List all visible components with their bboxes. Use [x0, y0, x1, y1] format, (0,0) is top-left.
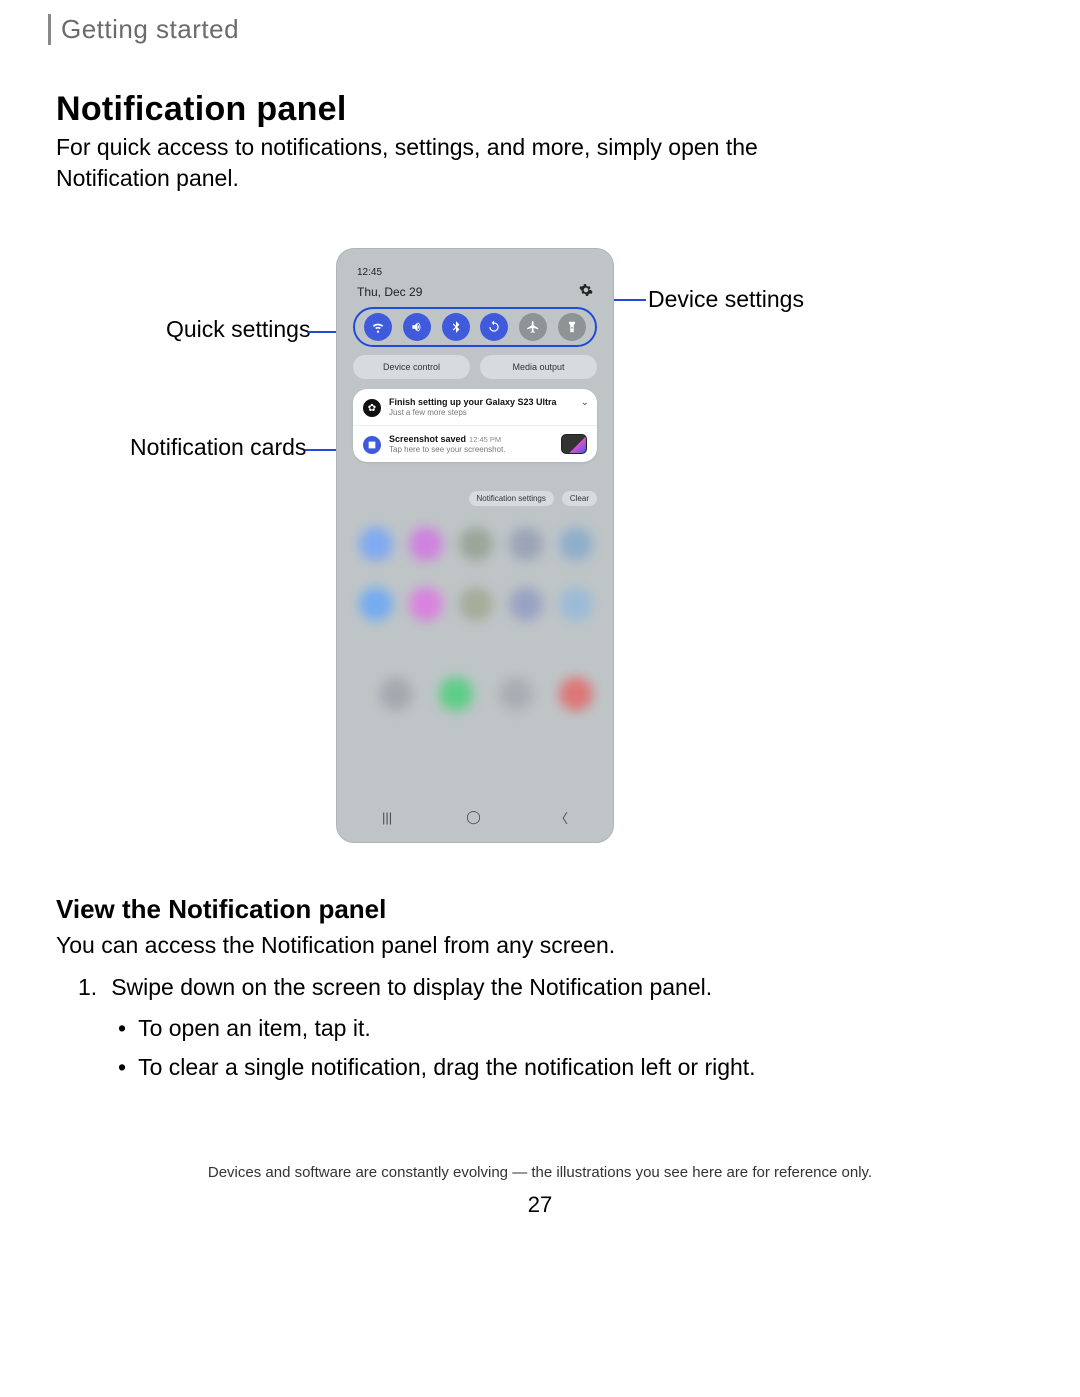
page-number: 27	[0, 1192, 1080, 1218]
card-time: 12:45 PM	[469, 435, 501, 444]
notification-settings-button[interactable]: Notification settings	[469, 491, 554, 506]
volume-icon[interactable]	[403, 313, 431, 341]
card-title: Screenshot saved12:45 PM	[389, 434, 553, 444]
notification-cards-stack: ✿ Finish setting up your Galaxy S23 Ultr…	[353, 389, 597, 462]
status-time: 12:45	[357, 267, 382, 278]
section-body: You can access the Notification panel fr…	[56, 932, 615, 959]
media-output-chip[interactable]: Media output	[480, 355, 597, 379]
status-date: Thu, Dec 29	[357, 285, 422, 299]
bluetooth-icon[interactable]	[442, 313, 470, 341]
system-navbar: ||| ◯ 〈	[345, 800, 605, 834]
notification-card[interactable]: Screenshot saved12:45 PM Tap here to see…	[353, 426, 597, 462]
breadcrumb: Getting started	[48, 14, 239, 45]
blurred-home-background	[345, 517, 605, 800]
sub-bullet: To clear a single notification, drag the…	[118, 1054, 756, 1081]
rotate-icon[interactable]	[480, 313, 508, 341]
flashlight-icon[interactable]	[558, 313, 586, 341]
notification-card[interactable]: ✿ Finish setting up your Galaxy S23 Ultr…	[353, 389, 597, 426]
image-icon	[363, 436, 381, 454]
card-subtitle: Tap here to see your screenshot.	[389, 445, 553, 454]
step-item: 1. Swipe down on the screen to display t…	[78, 974, 756, 1001]
clear-button[interactable]: Clear	[562, 491, 597, 506]
home-icon[interactable]: ◯	[466, 809, 481, 825]
callout-notification-cards: Notification cards	[130, 434, 306, 461]
phone-illustration: 12:45 Thu, Dec 29 Device control Media o…	[336, 248, 614, 843]
wifi-icon[interactable]	[364, 313, 392, 341]
device-control-chip[interactable]: Device control	[353, 355, 470, 379]
card-subtitle: Just a few more steps	[389, 408, 587, 417]
airplane-icon[interactable]	[519, 313, 547, 341]
callout-device-settings: Device settings	[648, 286, 804, 313]
back-icon[interactable]: 〈	[555, 808, 568, 827]
screenshot-thumbnail[interactable]	[561, 434, 587, 454]
quick-settings-row	[353, 307, 597, 347]
settings-icon: ✿	[363, 399, 381, 417]
callout-quick-settings: Quick settings	[166, 316, 310, 343]
sub-bullet: To open an item, tap it.	[118, 1015, 756, 1042]
gear-icon[interactable]	[579, 283, 593, 297]
page-title: Notification panel	[56, 90, 347, 129]
footnote: Devices and software are constantly evol…	[0, 1164, 1080, 1181]
chevron-down-icon[interactable]: ⌄	[581, 397, 589, 408]
recents-icon[interactable]: |||	[382, 810, 392, 825]
card-title: Finish setting up your Galaxy S23 Ultra	[389, 397, 587, 407]
section-heading: View the Notification panel	[56, 894, 386, 925]
step-number: 1.	[78, 974, 97, 1001]
step-text: Swipe down on the screen to display the …	[111, 974, 712, 1001]
intro-paragraph: For quick access to notifications, setti…	[56, 132, 856, 194]
